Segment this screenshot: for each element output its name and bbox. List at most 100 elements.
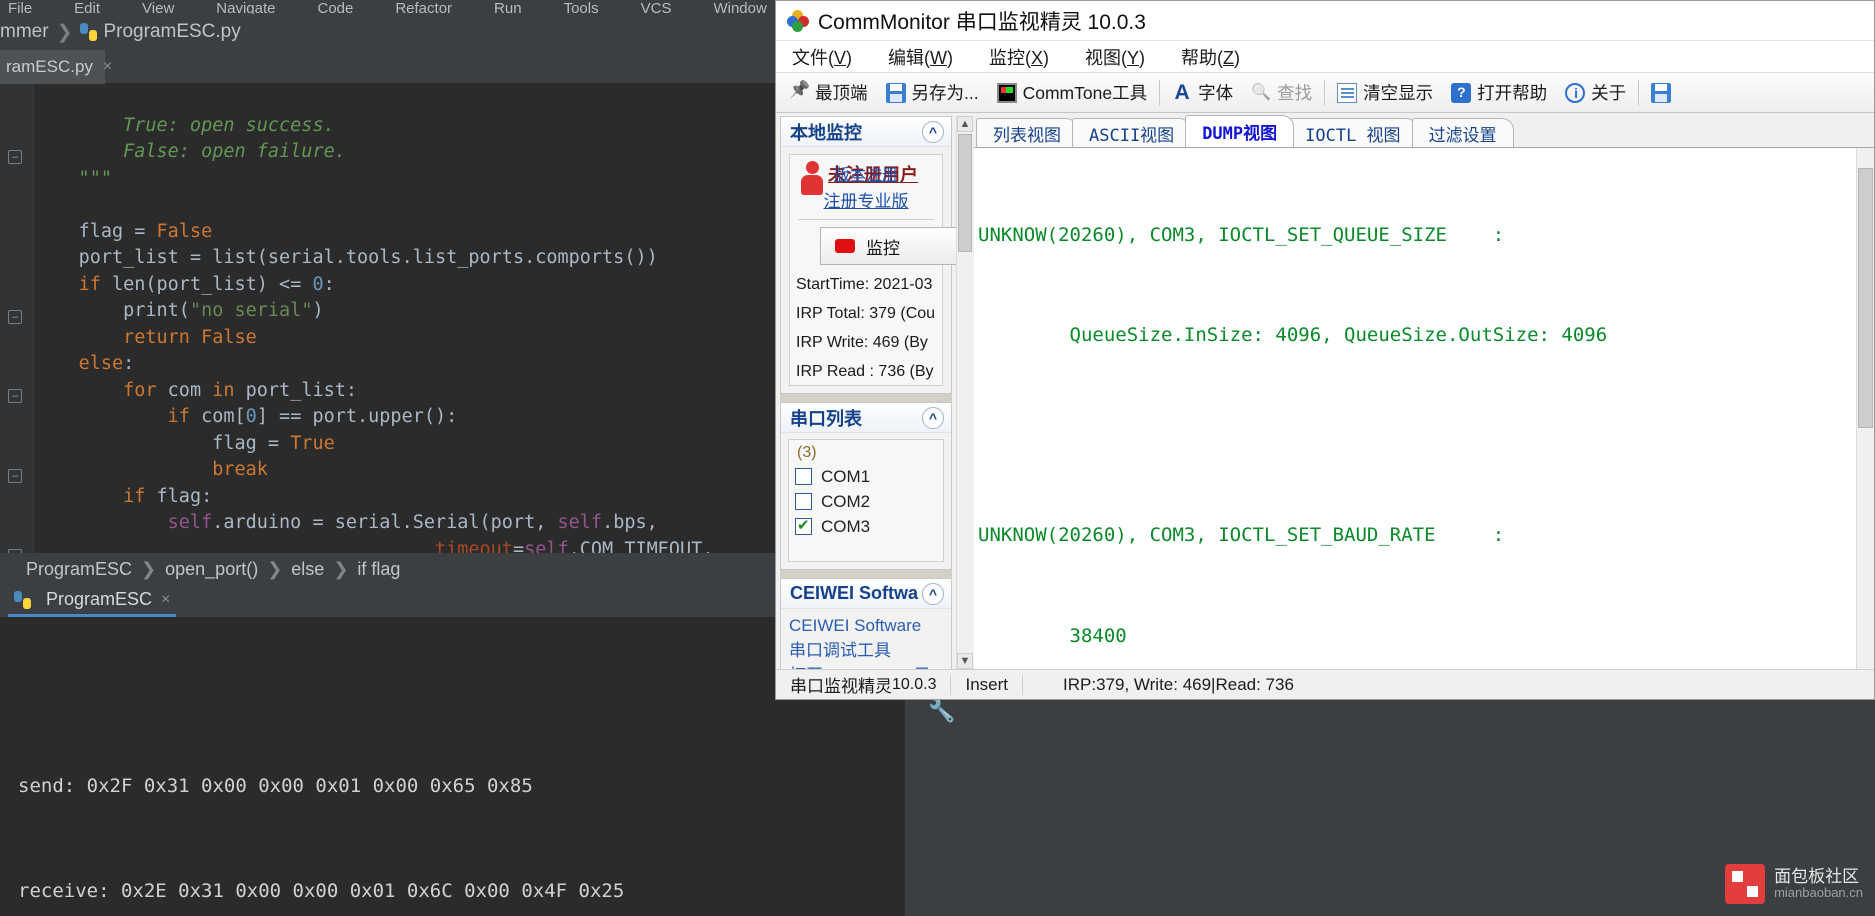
fold-marker[interactable]: – (8, 389, 22, 403)
divider (798, 219, 934, 220)
run-tab-programesc[interactable]: ProgramESC × (8, 585, 177, 617)
breadcrumb-separator: ❯ (56, 21, 73, 43)
font-icon: A (1174, 80, 1190, 104)
link-ceiwei-software[interactable]: CEIWEI Software (789, 613, 943, 638)
code-breadcrumb-method[interactable]: open_port() (165, 559, 258, 580)
editor-tab-programesc[interactable]: ramESC.py × (0, 50, 112, 84)
chevron-up-icon[interactable]: ^ (922, 406, 944, 429)
toolbar-button-about[interactable]: 关于 (1556, 77, 1635, 109)
wrench-icon[interactable]: 🔧 (928, 698, 955, 723)
python-icon (14, 590, 31, 609)
statusbar-app-version: 10.0.3 (892, 675, 937, 693)
toolbar-button-topmost[interactable]: 最顶端 (780, 77, 877, 109)
checkbox-com1[interactable] (795, 468, 812, 485)
tab-list-view[interactable]: 列表视图 (976, 118, 1078, 147)
fold-marker[interactable]: – (8, 150, 22, 164)
code-breadcrumb-else[interactable]: else (291, 559, 324, 580)
panel-icon (1651, 82, 1672, 103)
window-titlebar[interactable]: CommMonitor 串口监视精灵 10.0.3 (776, 1, 1874, 41)
group-port-list: 串口列表 ^ (3) COM1 COM2 ✔ COM3 (780, 402, 952, 570)
code-breadcrumb-ifflag[interactable]: if flag (357, 559, 400, 580)
tab-dump-view[interactable]: DUMP视图 (1185, 115, 1295, 147)
checkbox-com3[interactable] (795, 516, 812, 535)
code-breadcrumb-class[interactable]: ProgramESC (26, 559, 132, 580)
registration-status-link[interactable]: 版本注册 (796, 161, 936, 185)
menu-navigate[interactable]: Navigate (208, 0, 275, 14)
monitor-button[interactable]: 监控 (820, 227, 960, 265)
statusbar-mode: Insert (965, 674, 1009, 694)
group-ceiwei-header[interactable]: CEIWEI Softwa ^ (781, 579, 951, 609)
chevron-up-icon[interactable]: ^ (922, 582, 944, 605)
scrollbar-thumb[interactable] (958, 134, 972, 252)
menu-refactor[interactable]: Refactor (387, 0, 452, 14)
dump-scrollbar[interactable] (1856, 148, 1874, 669)
commmonitor-window[interactable]: CommMonitor 串口监视精灵 10.0.3 文件(V) 编辑(W) 监控… (775, 0, 1875, 700)
watermark: 面包板社区 mianbaoban.cn (1725, 864, 1863, 904)
menu-tools[interactable]: Tools (556, 0, 599, 14)
breadcrumb-project[interactable]: mmer (0, 21, 49, 43)
port-count: (3) (797, 444, 817, 461)
commtone-icon (996, 82, 1017, 103)
panel-scrollbar[interactable]: ▲ ▼ (956, 116, 973, 669)
dump-line: QueueSize.InSize: 4096, QueueSize.OutSiz… (978, 324, 1608, 347)
dump-line: 38400 (978, 624, 1127, 647)
app-logo-icon (787, 9, 809, 32)
find-icon (1251, 83, 1271, 103)
toolbar-button-font[interactable]: A 字体 (1163, 77, 1242, 109)
dump-line: UNKNOW(20260), COM3, IOCTL_SET_QUEUE_SIZ… (978, 223, 1505, 246)
toolbar-button-clear[interactable]: 清空显示 (1328, 77, 1442, 109)
scroll-up-icon[interactable]: ▲ (957, 116, 973, 132)
menu-window[interactable]: Window (705, 0, 766, 14)
window-title: CommMonitor 串口监视精灵 10.0.3 (818, 10, 1146, 34)
port-list[interactable]: (3) COM1 COM2 COM3 (788, 439, 944, 562)
statusbar-counters: IRP:379, Write: 469|Read: 736 (1063, 674, 1294, 694)
menu-view[interactable]: View (134, 0, 174, 14)
group-port-list-header[interactable]: 串口列表 ^ (781, 403, 951, 433)
monitor-button-label: 监控 (866, 238, 900, 258)
port-item-com3[interactable]: COM3 (795, 514, 937, 539)
toolbar-button-saveas[interactable]: 另存为... (877, 77, 988, 109)
dump-view-output[interactable]: UNKNOW(20260), COM3, IOCTL_SET_QUEUE_SIZ… (974, 148, 1856, 669)
close-icon[interactable]: × (103, 58, 112, 76)
menu-code[interactable]: Code (309, 0, 353, 14)
group-port-list-title: 串口列表 (790, 408, 862, 429)
right-pane: 面包板社区 mianbaoban.cn (1025, 700, 1875, 916)
toolbar-button-find[interactable]: 查找 (1242, 77, 1321, 109)
menu-view[interactable]: 视图(Y) (1079, 42, 1151, 72)
scrollbar-thumb[interactable] (1858, 168, 1873, 428)
dump-line: UNKNOW(20260), COM3, IOCTL_SET_BAUD_RATE… (978, 524, 1505, 547)
tab-ioctl-view[interactable]: IOCTL 视图 (1288, 118, 1418, 147)
breadcrumb-separator: ❯ (333, 558, 349, 579)
fold-marker[interactable]: – (8, 310, 22, 324)
menu-file[interactable]: 文件(V) (786, 42, 858, 72)
tab-ascii-view[interactable]: ASCII视图 (1072, 118, 1192, 147)
view-tabs[interactable]: 列表视图 ASCII视图 DUMP视图 IOCTL 视图 过滤设置 (974, 114, 1874, 148)
menu-file[interactable]: File (0, 0, 32, 14)
port-item-com1[interactable]: COM1 (795, 464, 937, 489)
chevron-up-icon[interactable]: ^ (922, 120, 944, 143)
menu-vcs[interactable]: VCS (633, 0, 672, 14)
toolbar-button-overflow[interactable] (1642, 77, 1680, 109)
menu-edit[interactable]: 编辑(W) (882, 42, 959, 72)
editor-tab-label: ramESC.py (6, 57, 93, 76)
menu-run[interactable]: Run (486, 0, 522, 14)
checkbox-com2[interactable] (795, 493, 812, 510)
breadcrumb-file[interactable]: ProgramESC.py (103, 21, 240, 43)
group-local-monitor-header[interactable]: 本地监控 ^ (781, 117, 951, 147)
fold-marker[interactable]: – (8, 469, 22, 483)
close-icon[interactable]: × (161, 591, 170, 609)
toolbar[interactable]: 最顶端 另存为... CommTone工具 A 字体 查找 清空 (776, 73, 1874, 113)
menu-monitor[interactable]: 监控(X) (983, 42, 1055, 72)
port-item-com2[interactable]: COM2 (795, 489, 937, 514)
toolbar-button-commtone[interactable]: CommTone工具 (988, 77, 1156, 109)
link-serial-debug-tool[interactable]: 串口调试工具 (789, 638, 943, 663)
tab-filter-settings[interactable]: 过滤设置 (1411, 118, 1514, 147)
toolbar-button-help[interactable]: 打开帮助 (1442, 77, 1556, 109)
scroll-down-icon[interactable]: ▼ (957, 653, 973, 669)
menubar[interactable]: 文件(V) 编辑(W) 监控(X) 视图(Y) 帮助(Z) (776, 41, 1874, 73)
run-tab-label: ProgramESC (46, 589, 153, 609)
side-panel: 本地监控 ^ 版本注册 未注册用户 注册专业版 监控 StartTime: 20… (780, 116, 960, 699)
menu-edit[interactable]: Edit (66, 0, 100, 14)
menu-help[interactable]: 帮助(Z) (1175, 42, 1246, 72)
help-icon (1451, 82, 1472, 103)
